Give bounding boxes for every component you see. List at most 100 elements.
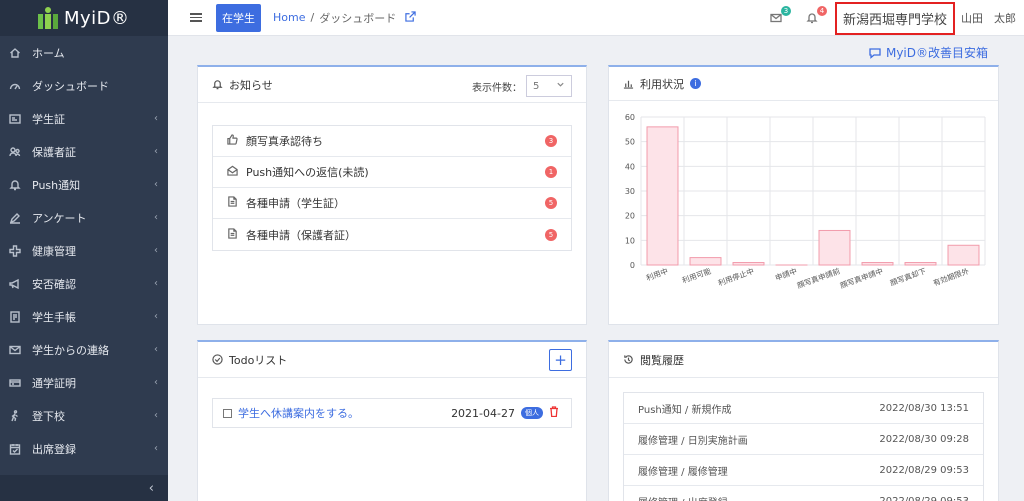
notice-card: お知らせ 表示件数： 5 顔写真承認待ち 3 Push通知への返信(未読) 1 各種申請… [197, 65, 587, 325]
app-logo[interactable]: MyiD® [0, 0, 168, 36]
x-tick-label: 有効期限外 [932, 265, 971, 287]
breadcrumb-home-link[interactable]: Home [273, 11, 305, 24]
sidebar-item-4[interactable]: Push通知 ‹ [0, 168, 168, 201]
history-item-label: 履修管理 / 出席登録 [638, 494, 728, 501]
bell-icon [806, 13, 818, 24]
add-todo-button[interactable]: + [549, 349, 572, 371]
chart-bar[interactable] [818, 229, 851, 266]
notice-item-label: 各種申請（学生証） [246, 197, 345, 210]
sidebar-item-label: 登下校 [32, 409, 65, 423]
history-header: 閲覧履歴 [609, 342, 998, 378]
notice-item[interactable]: 各種申請（保護者証） 5 [213, 219, 571, 250]
chart-bar[interactable] [689, 257, 722, 266]
chevron-left-icon: ‹ [154, 278, 158, 289]
sidebar-item-label: アンケート [32, 211, 87, 225]
mail-badge: 3 [780, 6, 791, 16]
logo-text: MyiD® [64, 7, 130, 29]
chevron-left-icon: ‹ [154, 443, 158, 454]
y-tick-label: 30 [625, 187, 635, 196]
school-name[interactable]: 新潟西堀専門学校 [834, 1, 955, 35]
check-circle-icon [212, 354, 223, 365]
chevron-left-icon: ‹ [154, 245, 158, 256]
guardian-icon [8, 145, 22, 159]
chevron-left-icon: ‹ [148, 480, 154, 496]
sidebar-item-0[interactable]: ホーム [0, 36, 168, 69]
display-count-select[interactable]: 5 [526, 75, 572, 97]
sidebar-item-6[interactable]: 健康管理 ‹ [0, 234, 168, 267]
notice-title: お知らせ [229, 78, 273, 92]
todo-tag-badge: 個人 [521, 407, 543, 419]
history-item[interactable]: 履修管理 / 履修管理 2022/08/29 09:53 [624, 455, 983, 486]
usage-card: 利用状況 i 0 10 20 30 40 50 60 利用中 利用可能 利用停止中 申請中 顔写真申請… [608, 65, 999, 325]
sidebar-item-10[interactable]: 通学証明 ‹ [0, 366, 168, 399]
notice-item[interactable]: 各種申請（学生証） 5 [213, 188, 571, 219]
sidebar-item-8[interactable]: 学生手帳 ‹ [0, 300, 168, 333]
history-item[interactable]: 履修管理 / 日別実施計画 2022/08/30 09:28 [624, 424, 983, 455]
role-button[interactable]: 在学生 [216, 3, 261, 32]
sidebar-item-label: 保護者証 [32, 145, 76, 159]
y-tick-label: 20 [625, 212, 635, 221]
x-tick-label: 顔写真申請中 [838, 265, 884, 290]
chart-bar[interactable] [646, 126, 679, 266]
history-list: Push通知 / 新規作成 2022/08/30 13:51 履修管理 / 日別実施… [623, 392, 984, 501]
history-item[interactable]: Push通知 / 新規作成 2022/08/30 13:51 [624, 393, 983, 424]
external-link-icon[interactable] [405, 10, 416, 25]
todo-text-link[interactable]: 学生へ休講案内をする。 [238, 405, 359, 421]
sidebar-collapse-button[interactable]: ‹ [0, 475, 168, 501]
notice-count-badge: 3 [545, 135, 557, 147]
notice-item[interactable]: Push通知への返信(未読) 1 [213, 157, 571, 188]
bell-icon [8, 178, 22, 192]
user-name[interactable]: 山田 太郎 [961, 10, 1016, 26]
chart-bar[interactable] [732, 262, 765, 266]
sidebar-item-11[interactable]: 登下校 ‹ [0, 399, 168, 432]
chart-bar[interactable] [861, 262, 894, 266]
chevron-left-icon: ‹ [154, 146, 158, 157]
hamburger-menu-icon[interactable] [190, 13, 202, 22]
document-icon [227, 196, 238, 210]
chevron-left-icon: ‹ [154, 212, 158, 223]
y-tick-label: 40 [625, 162, 635, 171]
chevron-left-icon: ‹ [154, 410, 158, 421]
walk-icon [8, 409, 22, 423]
chevron-left-icon: ‹ [154, 344, 158, 355]
y-tick-label: 10 [625, 236, 635, 245]
notice-count-badge: 5 [545, 197, 557, 209]
chart-bar[interactable] [904, 262, 937, 266]
chevron-left-icon: ‹ [154, 179, 158, 190]
mail-icon [770, 13, 782, 23]
notice-item[interactable]: 顔写真承認待ち 3 [213, 126, 571, 157]
sidebar-item-5[interactable]: アンケート ‹ [0, 201, 168, 234]
chevron-left-icon: ‹ [154, 377, 158, 388]
mail-button[interactable]: 3 [767, 6, 791, 27]
document-icon [227, 227, 238, 242]
attendance-icon [8, 442, 22, 456]
history-card: 閲覧履歴 Push通知 / 新規作成 2022/08/30 13:51 履修管理 /… [608, 340, 999, 501]
health-cross-icon [8, 244, 22, 258]
notification-button[interactable]: 4 [803, 6, 827, 27]
todo-header: Todoリスト + [198, 342, 586, 378]
notice-item-label: 各種申請（保護者証） [246, 228, 356, 242]
feedback-box-link[interactable]: MyiD®改善目安箱 [869, 44, 988, 61]
chart-bar[interactable] [947, 244, 980, 266]
info-icon[interactable]: i [690, 78, 701, 89]
top-bar: 在学生 Home / ダッシュボード 3 4 新潟西堀専門学校 山田 太郎 [168, 0, 1024, 36]
history-item[interactable]: 履修管理 / 出席登録 2022/08/29 09:53 [624, 486, 983, 501]
notice-header: お知らせ 表示件数： 5 [198, 67, 586, 103]
home-icon [8, 46, 22, 60]
sidebar: MyiD® ホーム ダッシュボード 学生証 ‹ 保護者証 ‹ Push通知 ‹ アンケート ‹ 健康… [0, 0, 168, 501]
y-tick-label: 50 [625, 138, 635, 147]
x-tick-label: 顔写真申請前 [795, 265, 841, 290]
feedback-box-label: MyiD®改善目安箱 [885, 46, 988, 60]
trash-icon[interactable] [549, 406, 559, 420]
sidebar-item-2[interactable]: 学生証 ‹ [0, 102, 168, 135]
history-item-time: 2022/08/29 09:53 [879, 495, 969, 501]
logo-mark-icon [38, 7, 58, 29]
sidebar-item-3[interactable]: 保護者証 ‹ [0, 135, 168, 168]
sidebar-item-7[interactable]: 安否確認 ‹ [0, 267, 168, 300]
todo-checkbox[interactable] [223, 408, 232, 418]
sidebar-item-9[interactable]: 学生からの連絡 ‹ [0, 333, 168, 366]
sidebar-item-12[interactable]: 出席登録 ‹ [0, 432, 168, 465]
sidebar-item-1[interactable]: ダッシュボード [0, 69, 168, 102]
breadcrumb: Home / ダッシュボード [273, 10, 396, 26]
sidebar-nav: ホーム ダッシュボード 学生証 ‹ 保護者証 ‹ Push通知 ‹ アンケート ‹ 健康管理 ‹ 安否確… [0, 36, 168, 465]
